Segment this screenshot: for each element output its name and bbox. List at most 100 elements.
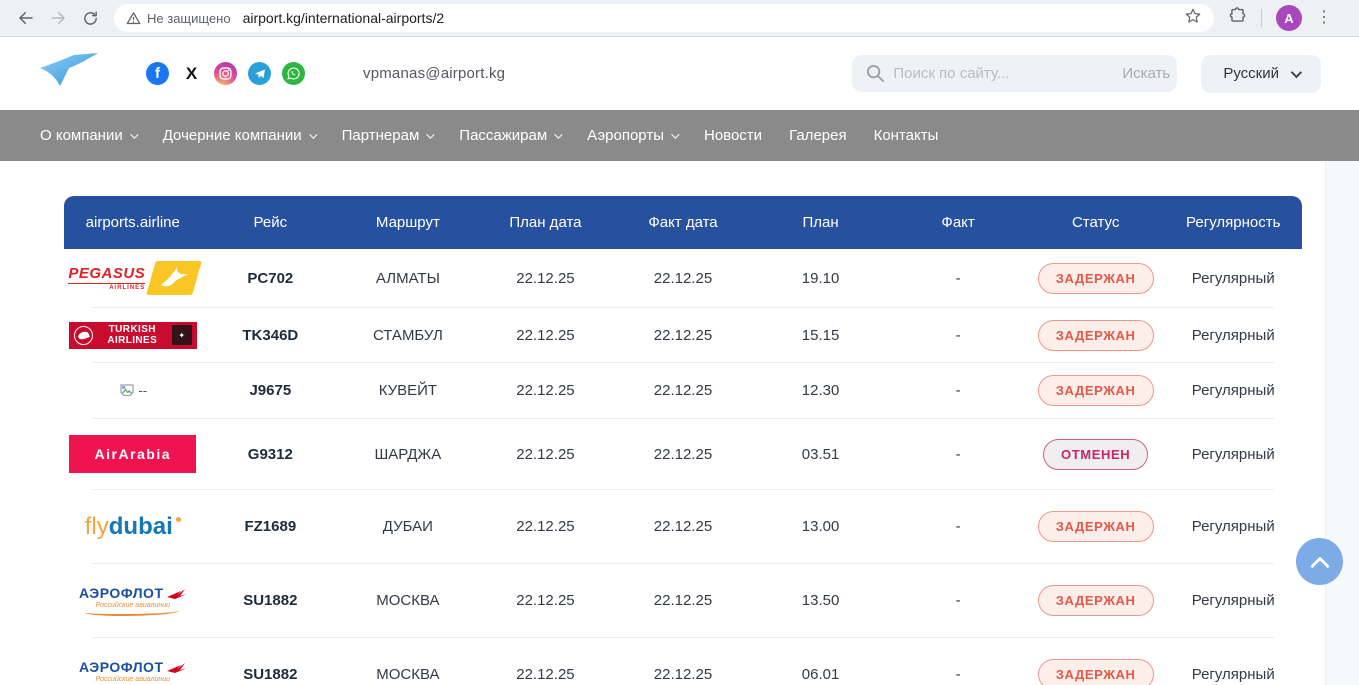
table-header-row: airports.airline Рейс Маршрут План дата … (64, 196, 1302, 249)
scrollbar-track[interactable] (1325, 161, 1359, 685)
search-input[interactable] (885, 65, 1100, 82)
extensions-icon[interactable] (1228, 6, 1247, 30)
url-text[interactable]: airport.kg/international-airports/2 (243, 10, 1184, 26)
language-label: Русский (1223, 65, 1279, 82)
plan-date: 22.12.25 (477, 382, 615, 399)
x-twitter-icon[interactable]: X (180, 62, 203, 85)
instagram-icon[interactable] (214, 62, 237, 85)
flight-number: TK346D (202, 327, 340, 344)
regularity: Регулярный (1164, 270, 1302, 287)
regularity: Регулярный (1164, 446, 1302, 463)
chevron-down-icon (309, 130, 317, 138)
site-search: Искать (852, 55, 1177, 92)
reload-button[interactable] (74, 2, 106, 34)
route: АЛМАТЫ (339, 270, 477, 287)
col-flight: Рейс (202, 214, 340, 231)
fact-date: 22.12.25 (614, 518, 752, 535)
nav-item-gallery[interactable]: Галерея (789, 127, 847, 144)
airline-logo-airarabia: AirArabia (64, 435, 202, 473)
aeroflot-swoosh-icon (85, 607, 180, 616)
route: ШАРДЖА (339, 446, 477, 463)
table-row: -- J9675 КУВЕЙТ 22.12.25 22.12.25 12.30 … (64, 363, 1302, 418)
flights-table: airports.airline Рейс Маршрут План дата … (64, 196, 1302, 685)
fact-time: - (889, 592, 1027, 609)
contact-email[interactable]: vpmanas@airport.kg (363, 65, 505, 82)
scroll-to-top-button[interactable] (1296, 538, 1343, 585)
bookmark-star-icon[interactable] (1184, 7, 1202, 30)
toolbar-divider (1261, 9, 1262, 27)
flydubai-dot-icon (176, 517, 181, 522)
aeroflot-wing-icon (167, 661, 187, 673)
col-route: Маршрут (339, 214, 477, 231)
table-row: АЭРОФЛОТ Российские авиалинии SU1882 МОС… (64, 564, 1302, 637)
aeroflot-wing-icon (167, 587, 187, 599)
col-regularity: Регулярность (1164, 214, 1302, 231)
chevron-down-icon (671, 130, 679, 138)
plan-time: 13.00 (752, 518, 890, 535)
regularity: Регулярный (1164, 592, 1302, 609)
airline-logo-aeroflot: АЭРОФЛОТ Российские авиалинии (64, 659, 202, 685)
nav-item-about[interactable]: О компании (40, 127, 136, 144)
airline-logo-turkish: TURKISH AIRLINES ✦ (64, 322, 202, 349)
nav-item-contacts[interactable]: Контакты (874, 127, 939, 144)
browser-menu-icon[interactable]: ⋮ (1316, 10, 1332, 26)
fact-date: 22.12.25 (614, 327, 752, 344)
fact-time: - (889, 446, 1027, 463)
col-plan-date: План дата (477, 214, 615, 231)
broken-image-icon (118, 382, 136, 400)
flight-number: PC702 (202, 270, 340, 287)
fact-time: - (889, 327, 1027, 344)
table-row: AirArabia G9312 ШАРДЖА 22.12.25 22.12.25… (64, 419, 1302, 489)
nav-item-partners[interactable]: Партнерам (342, 127, 433, 144)
regularity: Регулярный (1164, 327, 1302, 344)
turkish-bird-icon (74, 326, 93, 345)
fact-date: 22.12.25 (614, 666, 752, 683)
regularity: Регулярный (1164, 666, 1302, 683)
back-button[interactable] (10, 2, 42, 34)
fact-time: - (889, 666, 1027, 683)
site-logo[interactable] (38, 53, 100, 94)
facebook-icon[interactable]: f (146, 62, 169, 85)
chevron-down-icon (130, 130, 138, 138)
fact-date: 22.12.25 (614, 592, 752, 609)
warning-icon (126, 11, 141, 26)
plan-time: 03.51 (752, 446, 890, 463)
nav-item-subsidiaries[interactable]: Дочерние компании (163, 127, 315, 144)
turkish-emblem-icon: ✦ (172, 325, 192, 345)
page-content: airports.airline Рейс Маршрут План дата … (0, 161, 1359, 685)
plan-date: 22.12.25 (477, 270, 615, 287)
broken-image-alt: -- (138, 383, 147, 398)
plan-date: 22.12.25 (477, 446, 615, 463)
search-button[interactable]: Искать (1100, 55, 1177, 92)
security-label: Не защищено (147, 11, 231, 26)
plan-date: 22.12.25 (477, 666, 615, 683)
telegram-icon[interactable] (248, 62, 271, 85)
plan-time: 12.30 (752, 382, 890, 399)
pegasus-bird-icon (146, 261, 202, 295)
profile-avatar[interactable]: A (1276, 5, 1302, 31)
route: МОСКВА (339, 666, 477, 683)
whatsapp-icon[interactable] (282, 62, 305, 85)
nav-item-passengers[interactable]: Пассажирам (459, 127, 560, 144)
table-row: TURKISH AIRLINES ✦ TK346D СТАМБУЛ 22.12.… (64, 308, 1302, 362)
nav-item-news[interactable]: Новости (704, 127, 762, 144)
main-navigation: О компании Дочерние компании Партнерам П… (0, 110, 1359, 161)
plan-time: 15.15 (752, 327, 890, 344)
fact-time: - (889, 518, 1027, 535)
plan-date: 22.12.25 (477, 592, 615, 609)
table-row: PEGASUS AIRLINES PC702 АЛМАТЫ 22.12.25 2… (64, 249, 1302, 307)
status-badge: ЗАДЕРЖАН (1038, 511, 1154, 542)
site-security-chip[interactable]: Не защищено (126, 11, 231, 26)
language-selector[interactable]: Русский (1201, 55, 1321, 93)
status-badge: ЗАДЕРЖАН (1038, 375, 1154, 406)
nav-item-airports[interactable]: Аэропорты (587, 127, 677, 144)
airline-logo-pegasus: PEGASUS AIRLINES (64, 261, 202, 295)
fact-time: - (889, 382, 1027, 399)
aeroflot-swoosh-icon (85, 681, 180, 685)
status-badge: ЗАДЕРЖАН (1038, 320, 1154, 351)
plan-date: 22.12.25 (477, 518, 615, 535)
address-bar[interactable]: Не защищено airport.kg/international-air… (114, 4, 1214, 32)
forward-button[interactable] (42, 2, 74, 34)
col-fact-date: Факт дата (614, 214, 752, 231)
status-badge: ЗАДЕРЖАН (1038, 659, 1154, 685)
